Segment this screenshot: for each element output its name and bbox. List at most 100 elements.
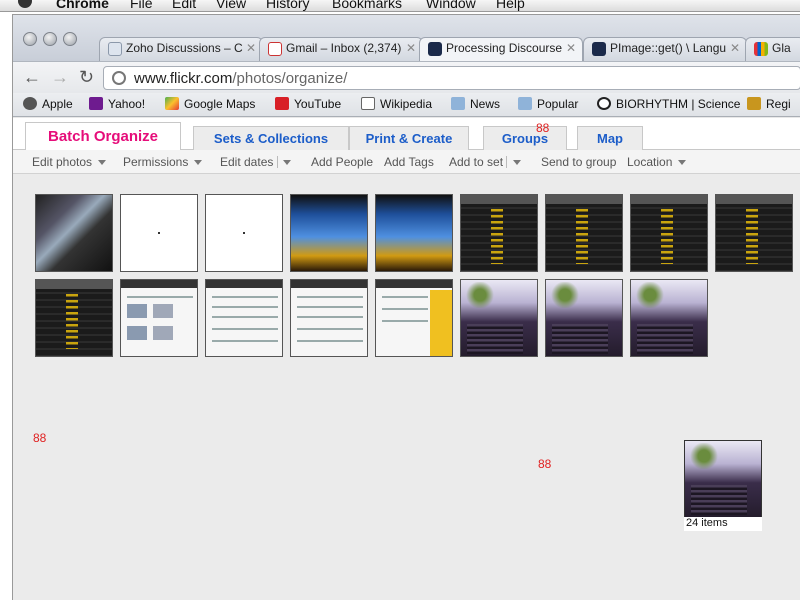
thumbnail-line [297, 316, 363, 318]
photo-thumbnail[interactable] [630, 279, 708, 357]
minimize-window-button[interactable] [43, 32, 57, 46]
photo-thumbnail[interactable] [460, 194, 538, 272]
gmail-favicon-icon [268, 42, 282, 56]
thumbnail-header [546, 195, 622, 204]
thumbnail-line [297, 340, 363, 342]
tab-map[interactable]: Map [577, 126, 643, 150]
bookmark-apple[interactable]: Apple [23, 97, 73, 111]
photo-thumbnail[interactable] [375, 194, 453, 272]
caret-down-icon [283, 160, 291, 165]
organizr-tabs: Batch Organize Sets & Collections Print … [13, 118, 800, 151]
bookmark-biorhythm[interactable]: BIORHYTHM | Science [597, 97, 740, 111]
google-maps-icon [165, 97, 179, 110]
tab-title: Gmail – Inbox (2,374) [286, 41, 402, 55]
tab-sets-collections[interactable]: Sets & Collections [193, 126, 349, 150]
close-tab-icon[interactable]: ✕ [730, 41, 740, 55]
photo-thumbnail[interactable] [205, 279, 283, 357]
apple-menu-icon[interactable] [18, 0, 32, 8]
menu-file[interactable]: File [130, 0, 153, 11]
processing-favicon-icon [592, 42, 606, 56]
tab-groups[interactable]: Groups [483, 126, 567, 150]
photo-thumbnail[interactable] [290, 194, 368, 272]
youtube-icon [275, 97, 289, 110]
bookmark-wikipedia[interactable]: Wikipedia [361, 97, 432, 111]
bookmark-label: News [470, 97, 501, 111]
reload-icon[interactable]: ↻ [79, 67, 94, 88]
bookmark-google-maps[interactable]: Google Maps [165, 97, 255, 111]
ebay-favicon-icon [754, 42, 768, 56]
menu-bookmarks[interactable]: Bookmarks [332, 0, 402, 11]
photo-thumbnail[interactable] [120, 279, 198, 357]
bookmark-youtube[interactable]: YouTube [275, 97, 341, 111]
caret-down-icon [678, 160, 687, 165]
thumbnail-grill [467, 324, 523, 354]
photo-thumbnail[interactable] [205, 194, 283, 272]
menu-window[interactable]: Window [426, 0, 476, 11]
permissions-menu[interactable]: Permissions [123, 155, 203, 169]
url-path: /photos/organize/ [232, 70, 348, 87]
floating-number: 88 [33, 431, 47, 445]
thumbnail-column [66, 294, 78, 349]
bookmark-yahoo[interactable]: Yahoo! [89, 97, 145, 111]
bookmark-regi[interactable]: Regi [747, 97, 791, 111]
mac-menu-bar: Chrome File Edit View History Bookmarks … [0, 0, 800, 12]
photo-thumbnail[interactable] [375, 279, 453, 357]
tab-title: PImage::get() \ Langu [610, 41, 727, 55]
bookmark-label: Wikipedia [380, 97, 433, 111]
menu-edit[interactable]: Edit [172, 0, 196, 11]
browser-tab-pimage-get[interactable]: PImage::get() \ Langu ✕ [583, 37, 747, 61]
thumbnail-line [212, 306, 278, 308]
tab-batch-organize[interactable]: Batch Organize [25, 122, 181, 151]
menu-help[interactable]: Help [496, 0, 525, 11]
biorhythm-icon [597, 97, 611, 110]
browser-tab-ebay[interactable]: Gla [745, 37, 800, 61]
zoom-window-button[interactable] [63, 32, 77, 46]
photo-thumbnail[interactable] [630, 194, 708, 272]
thumbnail-block [153, 304, 173, 318]
photo-thumbnail[interactable] [35, 194, 113, 272]
photo-thumbnail[interactable] [545, 279, 623, 357]
action-label: Location [627, 155, 673, 169]
menu-view[interactable]: View [216, 0, 246, 11]
add-to-set-menu[interactable]: Add to set [449, 155, 503, 169]
thumbnail-line [212, 328, 278, 330]
photo-thumbnail[interactable] [290, 279, 368, 357]
close-tab-icon[interactable]: ✕ [246, 41, 256, 55]
address-url: www.flickr.com/photos/organize/ [134, 70, 347, 87]
menu-history[interactable]: History [266, 0, 310, 11]
close-tab-icon[interactable]: ✕ [566, 41, 576, 55]
photo-thumbnail[interactable] [460, 279, 538, 357]
thumbnail-tree [465, 282, 495, 308]
bookmark-label: Yahoo! [108, 97, 146, 111]
caret-down-icon [98, 160, 107, 165]
caret-down-icon [194, 160, 203, 165]
add-tags-button[interactable]: Add Tags [384, 155, 434, 169]
address-bar[interactable]: www.flickr.com/photos/organize/ [103, 66, 800, 90]
photo-stack[interactable]: 24 items [684, 440, 762, 532]
forward-arrow-icon[interactable]: → [51, 67, 69, 88]
edit-dates-menu[interactable]: Edit dates [220, 155, 273, 169]
photo-thumbnail[interactable] [715, 194, 793, 272]
tab-print-create[interactable]: Print & Create [349, 126, 469, 150]
browser-tab-gmail[interactable]: Gmail – Inbox (2,374) ✕ [259, 37, 423, 61]
bookmarks-bar: Apple Yahoo! Google Maps YouTube Wikiped… [13, 93, 800, 117]
browser-tab-processing-discourse[interactable]: Processing Discourse ✕ [419, 37, 583, 61]
photo-thumbnail[interactable] [35, 279, 113, 357]
bookmark-folder-news[interactable]: News [451, 97, 500, 111]
photo-thumbnail[interactable] [120, 194, 198, 272]
photo-thumbnail[interactable] [545, 194, 623, 272]
edit-dates-dropdown[interactable] [277, 155, 291, 169]
add-people-button[interactable]: Add People [311, 155, 373, 169]
add-to-set-dropdown[interactable] [507, 155, 521, 169]
bookmark-folder-popular[interactable]: Popular [518, 97, 578, 111]
action-label: Edit photos [32, 155, 93, 169]
send-to-group-button[interactable]: Send to group [541, 155, 616, 169]
close-window-button[interactable] [23, 32, 37, 46]
menu-app-name[interactable]: Chrome [56, 0, 109, 11]
edit-photos-menu[interactable]: Edit photos [32, 155, 107, 169]
location-menu[interactable]: Location [627, 155, 687, 169]
browser-tab-zoho[interactable]: Zoho Discussions – C ✕ [99, 37, 263, 61]
close-tab-icon[interactable]: ✕ [406, 41, 416, 55]
browser-toolbar: ← → ↻ www.flickr.com/photos/organize/ [13, 61, 800, 93]
back-arrow-icon[interactable]: ← [23, 67, 41, 88]
